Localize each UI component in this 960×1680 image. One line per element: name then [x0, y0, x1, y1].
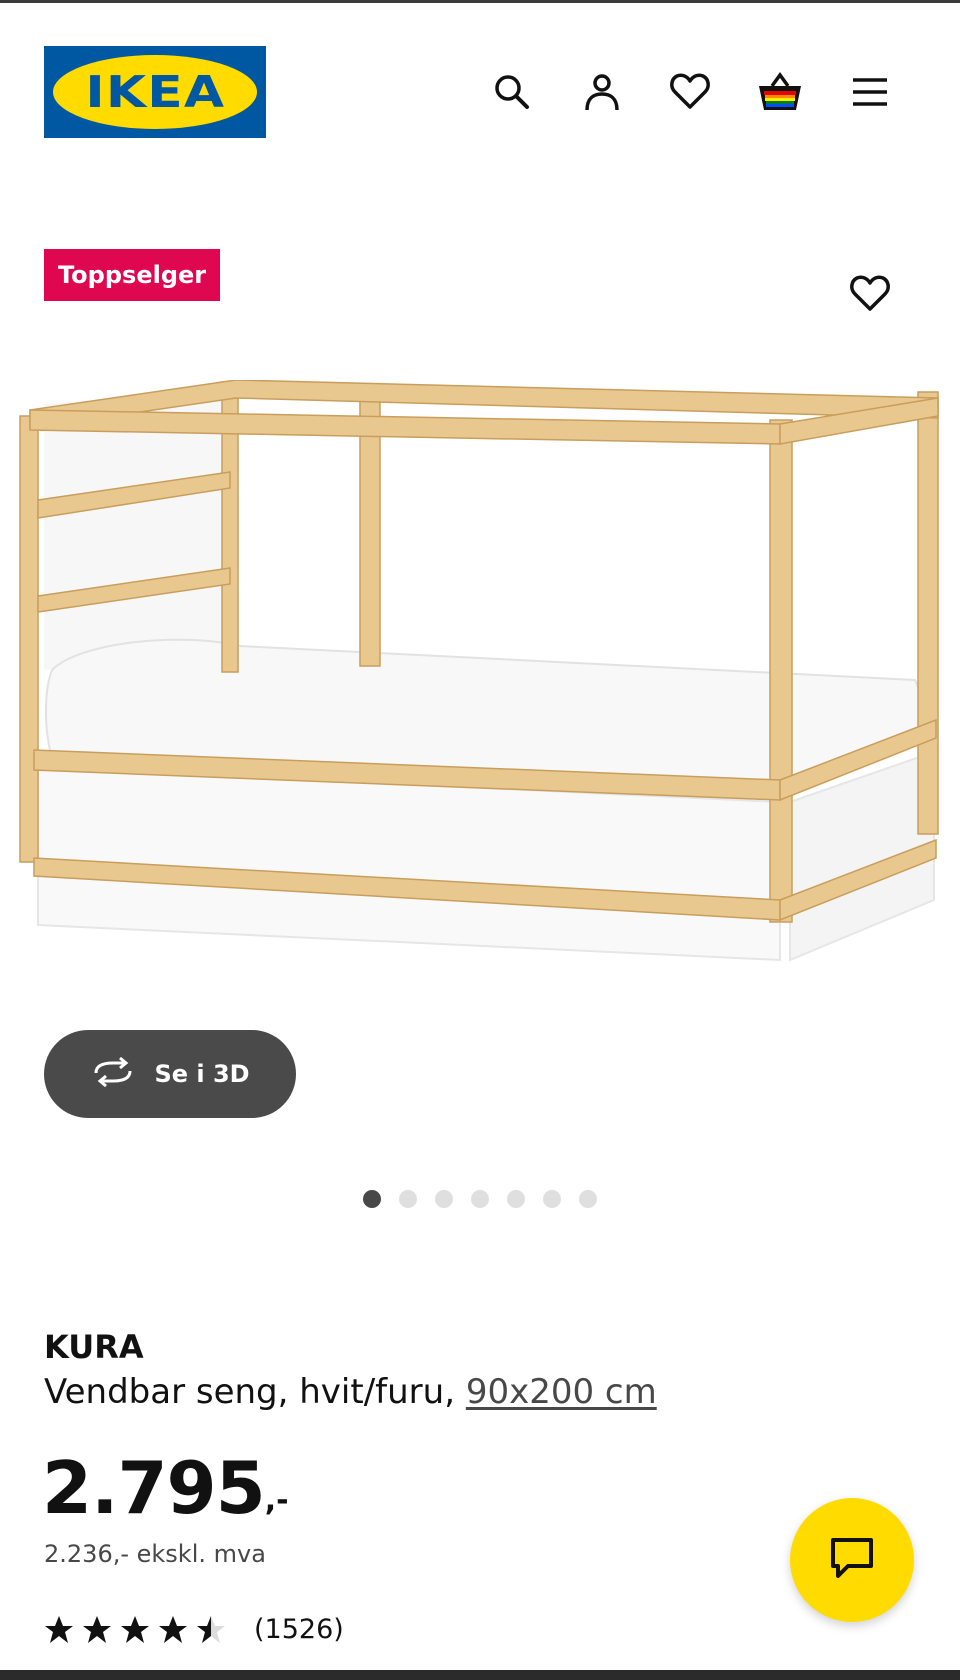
product-size-link[interactable]: 90x200 cm — [466, 1372, 657, 1412]
carousel-dot[interactable] — [363, 1190, 381, 1208]
bed-illustration — [19, 380, 939, 962]
carousel-dot[interactable] — [471, 1190, 489, 1208]
carousel-pagination — [0, 1190, 960, 1210]
star-icon — [83, 1616, 111, 1643]
menu-icon[interactable] — [846, 68, 894, 116]
chat-icon — [828, 1536, 876, 1584]
product-price: 2.795 ,- — [42, 1452, 289, 1524]
star-icon — [121, 1616, 149, 1643]
price-suffix: ,- — [264, 1483, 289, 1518]
chat-button[interactable] — [790, 1498, 914, 1622]
product-image[interactable] — [0, 380, 960, 1000]
ikea-logo[interactable]: IKEA — [44, 46, 266, 138]
bottom-border — [0, 1670, 960, 1680]
carousel-dot[interactable] — [507, 1190, 525, 1208]
carousel-dot[interactable] — [579, 1190, 597, 1208]
add-to-favourites-icon[interactable] — [846, 270, 894, 318]
rotate-3d-icon — [90, 1056, 136, 1091]
logo-oval: IKEA — [53, 55, 257, 129]
review-count: (1526) — [254, 1614, 344, 1645]
account-icon[interactable] — [578, 68, 626, 116]
product-rating[interactable]: (1526) — [44, 1614, 344, 1645]
carousel-dot[interactable] — [435, 1190, 453, 1208]
product-name: KURA — [44, 1328, 144, 1366]
top-seller-badge: Toppselger — [44, 249, 221, 301]
view-in-3d-label: Se i 3D — [154, 1060, 250, 1088]
carousel-dot[interactable] — [399, 1190, 417, 1208]
rating-stars — [44, 1615, 226, 1644]
star-icon — [159, 1616, 187, 1643]
top-border — [0, 0, 960, 3]
logo-text: IKEA — [85, 66, 225, 118]
heart-icon[interactable] — [666, 68, 714, 116]
basket-icon[interactable] — [756, 68, 804, 116]
price-excluding-vat: 2.236,- ekskl. mva — [44, 1540, 266, 1568]
view-in-3d-button[interactable]: Se i 3D — [44, 1030, 296, 1118]
carousel-dot[interactable] — [543, 1190, 561, 1208]
search-icon[interactable] — [488, 68, 536, 116]
product-type: Vendbar seng, hvit/furu, — [44, 1372, 456, 1412]
price-integer: 2.795 — [42, 1446, 266, 1530]
star-icon — [45, 1616, 73, 1643]
star-icon — [197, 1616, 225, 1643]
product-description: Vendbar seng, hvit/furu, 90x200 cm — [44, 1372, 657, 1412]
